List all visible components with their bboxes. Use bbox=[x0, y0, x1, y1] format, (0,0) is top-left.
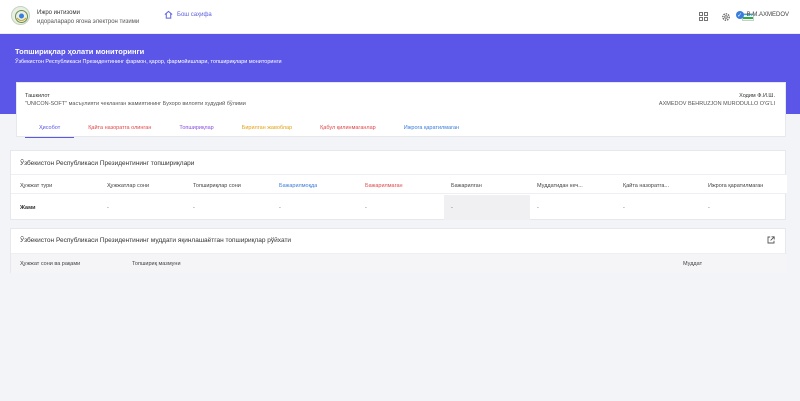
table-cell: - bbox=[708, 205, 710, 211]
organization-label: Ташкилот bbox=[25, 93, 50, 99]
user-menu[interactable]: ✓ B.M.AXMEDOV bbox=[735, 11, 789, 19]
table-cell: - bbox=[365, 205, 367, 211]
external-link-icon[interactable] bbox=[767, 236, 775, 246]
app-name-line1: Ижро интизоми bbox=[37, 10, 80, 16]
tasks-table-card: Ўзбекистон Республикаси Президентининг т… bbox=[10, 150, 787, 220]
home-label: Бош саҳифа bbox=[177, 11, 212, 18]
column-header[interactable]: Ҳужжат тури bbox=[20, 183, 52, 189]
deadline-list-card: Ўзбекистон Республикаси Президентининг м… bbox=[10, 228, 787, 273]
table-cell: - bbox=[537, 205, 539, 211]
column-header[interactable]: Ҳужжатлар сони bbox=[107, 183, 149, 189]
tab-given-answers[interactable]: Бирилган жавоблар bbox=[228, 121, 306, 138]
table-cell: - bbox=[279, 205, 281, 211]
list-header: Ҳужжат сони ва рақами Топшириқ мазмуни М… bbox=[11, 253, 787, 273]
tab-not-directed[interactable]: Ижрога қаратилмаган bbox=[390, 121, 473, 138]
verified-icon: ✓ bbox=[735, 11, 744, 19]
gear-icon[interactable] bbox=[720, 11, 731, 22]
column-header[interactable]: Муддат bbox=[683, 261, 702, 267]
user-name: B.M.AXMEDOV bbox=[746, 12, 789, 18]
column-header[interactable]: Бажарилмоқда bbox=[279, 183, 317, 189]
table-title: Ўзбекистон Республикаси Президентининг т… bbox=[20, 160, 195, 167]
app-name-line2: идоралараро ягона электрон тизими bbox=[37, 19, 140, 25]
tab-bar: Ҳисобот Қайта назоратга олинган Топшириқ… bbox=[25, 121, 473, 138]
list-title: Ўзбекистон Республикаси Президентининг м… bbox=[20, 237, 292, 244]
page-title: Топшириқлар ҳолати мониторинги bbox=[15, 47, 145, 56]
column-header[interactable]: Муддатидан кеч... bbox=[537, 183, 617, 189]
page-subtitle: Ўзбекистон Республикаси Президентининг ф… bbox=[15, 59, 282, 65]
grid-icon[interactable] bbox=[698, 11, 709, 22]
table-cell: - bbox=[107, 205, 109, 211]
table-header: Ҳужжат тури Ҳужжатлар сони Топшириқлар с… bbox=[11, 174, 787, 194]
column-header[interactable]: Қайта назоратга... bbox=[623, 183, 703, 189]
highlighted-column bbox=[444, 195, 530, 220]
emblem-logo bbox=[11, 6, 30, 25]
column-header[interactable]: Ҳужжат сони ва рақами bbox=[20, 261, 80, 267]
tab-report[interactable]: Ҳисобот bbox=[25, 121, 75, 138]
home-icon bbox=[164, 10, 173, 19]
table-cell: - bbox=[623, 205, 625, 211]
column-header[interactable]: Бажарилган bbox=[451, 183, 482, 189]
column-header[interactable]: Топшириқлар сони bbox=[193, 183, 241, 189]
top-bar: Ижро интизоми идоралараро ягона электрон… bbox=[0, 0, 800, 34]
column-header[interactable]: Топшириқ мазмуни bbox=[132, 261, 181, 267]
employee-value: AXMEDOV BEHRUZJON MURODULLO O'G'LI bbox=[658, 101, 775, 107]
table-cell: - bbox=[193, 205, 195, 211]
table-cell: Жами bbox=[20, 205, 36, 211]
column-header[interactable]: Бажарилмаган bbox=[365, 183, 403, 189]
employee-label: Ходим Ф.И.Ш. bbox=[739, 93, 775, 99]
app-name: Ижро интизоми идоралараро ягона электрон… bbox=[37, 9, 139, 27]
column-header[interactable]: Ижрога қаратилмаган bbox=[708, 183, 786, 189]
tab-not-accepted[interactable]: Қабул қилинмаганлар bbox=[306, 121, 390, 138]
table-row: Жами - - - - - - - - bbox=[11, 195, 787, 220]
tab-tasks[interactable]: Топшириқлар bbox=[165, 121, 227, 138]
tab-re-control[interactable]: Қайта назоратга олинган bbox=[74, 121, 165, 138]
home-link[interactable]: Бош саҳифа bbox=[164, 10, 212, 19]
table-cell: - bbox=[451, 205, 453, 211]
info-card: Ташкилот "UNICON-SOFT" масъулияти чеклан… bbox=[16, 82, 786, 138]
organization-value: "UNICON-SOFT" масъулияти чекланган жамия… bbox=[25, 101, 246, 107]
